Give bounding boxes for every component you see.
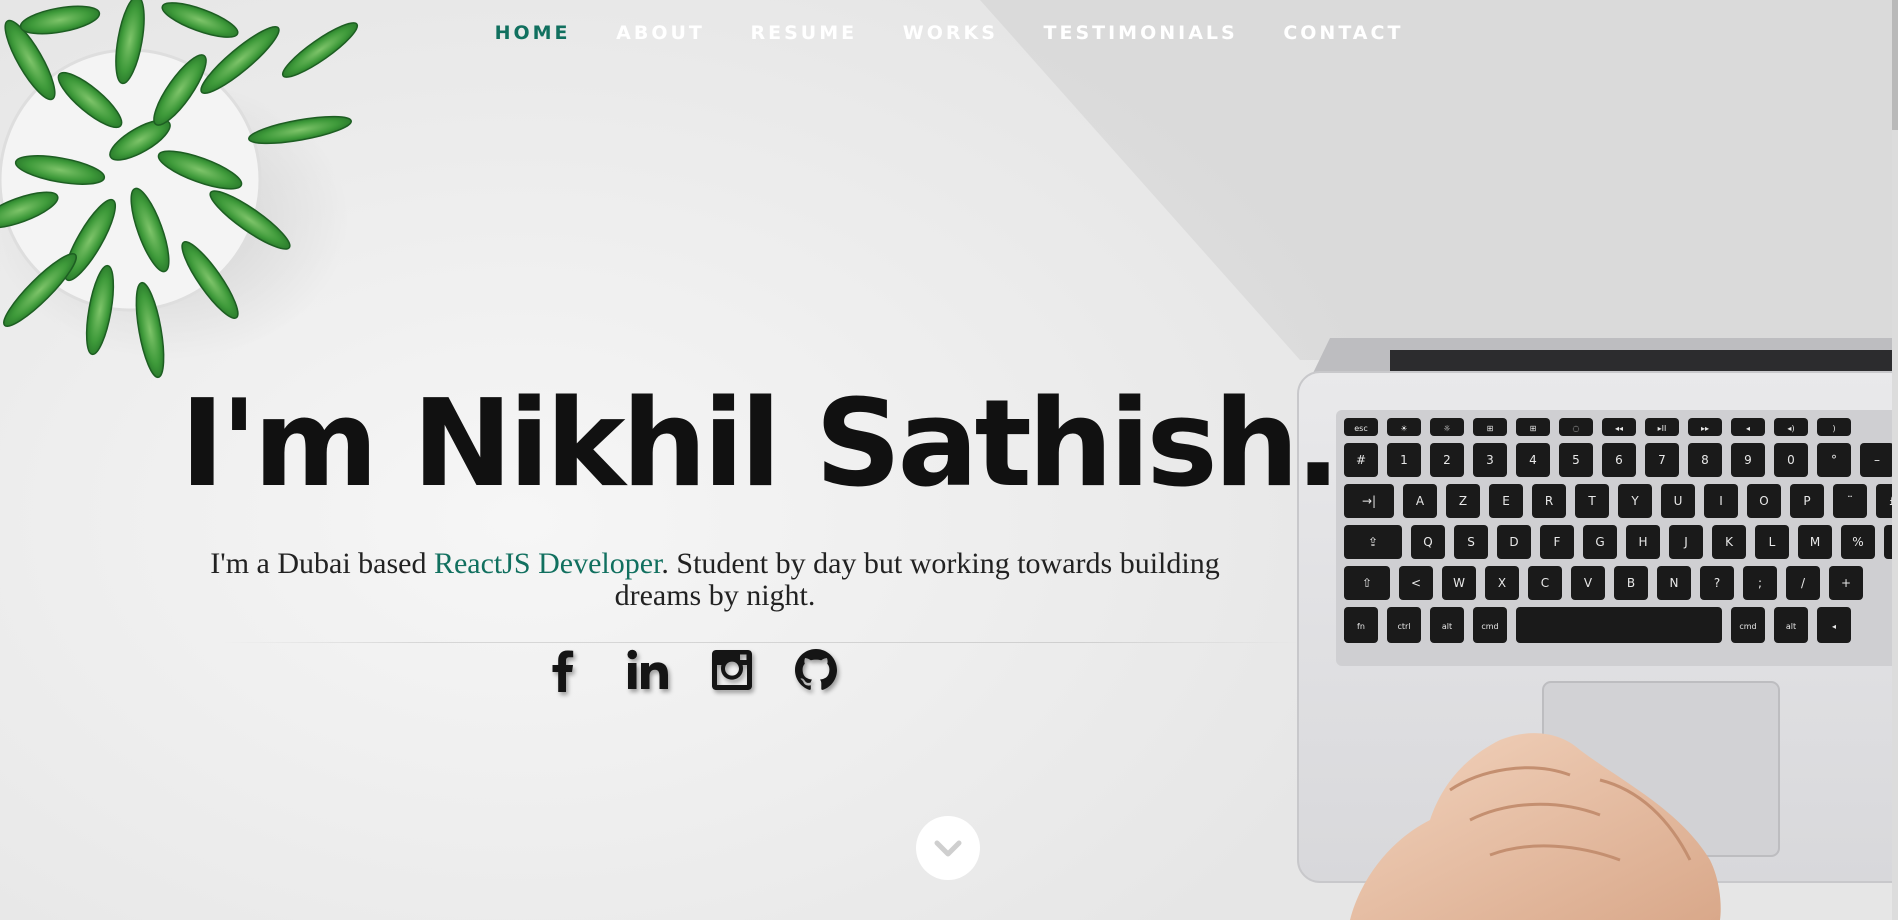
laptop-key-label: T <box>1587 494 1596 508</box>
laptop-key-label: ? <box>1714 576 1720 590</box>
laptop-key-label: F <box>1554 535 1561 549</box>
laptop-key-label: Y <box>1630 494 1639 508</box>
facebook-icon <box>552 650 574 692</box>
laptop-key-label: A <box>1416 494 1425 508</box>
laptop-key-label: S <box>1467 535 1475 549</box>
laptop-key-label: ctrl <box>1397 622 1410 631</box>
laptop-key-label: E <box>1502 494 1510 508</box>
hero-divider <box>220 642 1300 643</box>
laptop-key-label: + <box>1841 576 1851 590</box>
tagline-highlight: ReactJS Developer <box>433 547 662 580</box>
github-link[interactable] <box>792 646 840 694</box>
laptop-key-label: P <box>1803 494 1810 508</box>
laptop-key-label: ◌ <box>1573 424 1580 433</box>
laptop-key-label: ⇪ <box>1368 535 1378 549</box>
laptop-key-label: ° <box>1831 453 1837 467</box>
facebook-link[interactable] <box>540 646 588 694</box>
laptop-key-label: ¨ <box>1847 494 1853 508</box>
nav-testimonials[interactable]: TESTIMONIALS <box>1044 22 1238 44</box>
social-links <box>540 646 840 694</box>
laptop-key-label: W <box>1453 576 1465 590</box>
laptop-key-label: % <box>1852 535 1863 549</box>
laptop-key-label: ) <box>1832 424 1835 433</box>
laptop-spacebar <box>1516 607 1722 643</box>
linkedin-link[interactable] <box>624 646 672 694</box>
laptop-key-label: ; <box>1758 576 1762 590</box>
laptop-key-label: M <box>1810 535 1820 549</box>
laptop-key-label: ☼ <box>1443 424 1450 433</box>
github-icon <box>795 649 837 690</box>
laptop-key-label: ◂◂ <box>1615 424 1623 433</box>
laptop-key-label: # <box>1356 453 1366 467</box>
laptop-key-label: ◂ <box>1746 424 1750 433</box>
tagline-text-start: I'm a Dubai based <box>210 547 434 580</box>
laptop-key-label: →| <box>1362 494 1376 508</box>
nav-home[interactable]: HOME <box>495 22 571 44</box>
laptop-key-label: ⊞ <box>1530 424 1537 433</box>
scroll-down-button[interactable] <box>916 816 980 880</box>
instagram-icon <box>712 650 752 690</box>
laptop-key-label: X <box>1498 576 1506 590</box>
laptop-key-label: cmd <box>1481 622 1498 631</box>
laptop-key-label: R <box>1545 494 1553 508</box>
laptop-key-label: 7 <box>1658 453 1666 467</box>
laptop-key-label: 8 <box>1701 453 1709 467</box>
nav-works[interactable]: WORKS <box>903 22 998 44</box>
laptop-key-label: 6 <box>1615 453 1623 467</box>
main-nav: HOME ABOUT RESUME WORKS TESTIMONIALS CON… <box>0 22 1898 44</box>
laptop-key-label: K <box>1725 535 1734 549</box>
laptop-key-label: 0 <box>1787 453 1795 467</box>
scrollbar-thumb[interactable] <box>1892 0 1898 130</box>
laptop-key-label: 2 <box>1443 453 1451 467</box>
nav-about[interactable]: ABOUT <box>616 22 705 44</box>
laptop-key-label: G <box>1595 535 1604 549</box>
laptop-key-label: 9 <box>1744 453 1752 467</box>
laptop-key-label: J <box>1683 535 1688 549</box>
tagline-text-end: . Student by day but working towards bui… <box>614 547 1220 612</box>
laptop-key-label: N <box>1670 576 1679 590</box>
laptop-key-label: 1 <box>1400 453 1408 467</box>
laptop-key-label: 3 <box>1486 453 1494 467</box>
laptop-key-label: – <box>1874 453 1880 467</box>
laptop-key-label: Z <box>1459 494 1467 508</box>
laptop-key-label: L <box>1769 535 1776 549</box>
laptop-key-label: alt <box>1786 622 1796 631</box>
laptop-key-label: U <box>1674 494 1683 508</box>
nav-resume[interactable]: RESUME <box>751 22 858 44</box>
chevron-down-icon <box>934 840 962 857</box>
page-scrollbar[interactable] <box>1892 0 1898 920</box>
instagram-link[interactable] <box>708 646 756 694</box>
laptop-key-label: ▸▸ <box>1701 424 1709 433</box>
laptop-key-label: Q <box>1423 535 1432 549</box>
laptop-key-label: ◂) <box>1787 424 1794 433</box>
laptop-key-label: B <box>1627 576 1635 590</box>
laptop-key-label: V <box>1584 576 1593 590</box>
laptop-key-label: D <box>1509 535 1518 549</box>
laptop-key-label: fn <box>1357 622 1365 631</box>
linkedin-icon <box>627 649 668 689</box>
laptop-key-label: esc <box>1354 424 1368 433</box>
laptop-key-label: 4 <box>1529 453 1537 467</box>
laptop-key-label: O <box>1759 494 1768 508</box>
laptop-key-label: I <box>1719 494 1723 508</box>
laptop-key-label: ◂ <box>1832 622 1836 631</box>
laptop-key-label: 5 <box>1572 453 1580 467</box>
hero-section: esc ☀ ☼ ⊞ ⊞ ◌ ◂◂ ▸II ▸▸ ◂ ◂)) #1 2 3 4 5 6 7 8 9 0 ° – →| A Z E R T Y… <box>0 0 1898 920</box>
nav-contact[interactable]: CONTACT <box>1283 22 1403 44</box>
laptop-key-label: ▸II <box>1658 424 1667 433</box>
laptop-key-label: cmd <box>1739 622 1756 631</box>
laptop-key-label: ⇧ <box>1362 576 1372 590</box>
laptop-key-label: alt <box>1442 622 1452 631</box>
laptop-key-label: ⊞ <box>1487 424 1494 433</box>
laptop-key-label: < <box>1411 576 1421 590</box>
hero-headline: I'm Nikhil Sathish. <box>180 375 1341 514</box>
laptop-key-label: H <box>1638 535 1647 549</box>
hero-tagline: I'm a Dubai based ReactJS Developer. Stu… <box>190 548 1240 612</box>
laptop-key-label: ☀ <box>1400 424 1407 433</box>
laptop-key-label: C <box>1541 576 1549 590</box>
